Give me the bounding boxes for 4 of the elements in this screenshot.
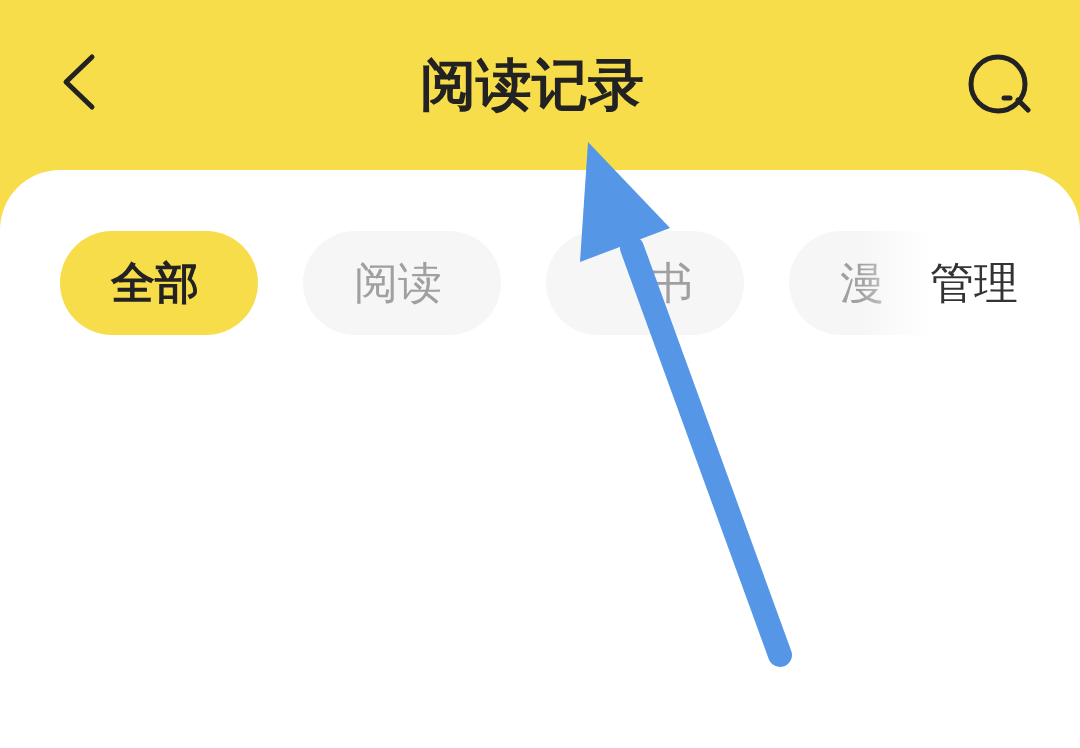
- manage-button[interactable]: 管理: [930, 231, 1018, 335]
- filter-tab[interactable]: 全部: [60, 231, 258, 335]
- filter-tab[interactable]: 阅读: [303, 231, 501, 335]
- page-title: 阅读记录: [420, 57, 644, 113]
